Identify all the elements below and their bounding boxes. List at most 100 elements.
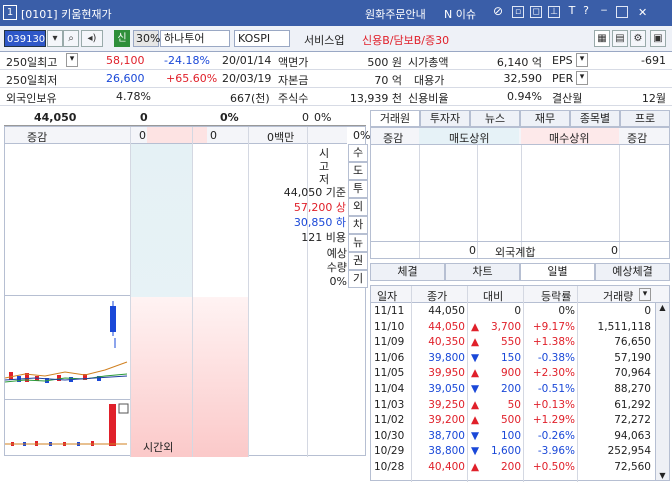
close-icon[interactable]: ✕	[638, 6, 647, 19]
window-icon[interactable]: ◻	[530, 6, 542, 18]
side-tab[interactable]: 수	[348, 144, 368, 162]
window-title: [0101] 키움현재가	[21, 8, 112, 21]
cell-date: 11/10	[374, 320, 405, 333]
tab-chart[interactable]: 차트	[445, 263, 520, 281]
side-tab[interactable]: 투	[348, 180, 368, 198]
link-icon[interactable]: ⊘	[492, 5, 504, 18]
broker-panel: 증감 매도상위 매수상위 증감 0 외국계합 0	[370, 127, 670, 259]
ohl-labels: 시 고 저	[317, 147, 331, 186]
info-row: 외국인보유 4.78% 667(천) 주식수 13,939 천 신용비율 0.9…	[0, 88, 672, 106]
tab-trades[interactable]: 체결	[370, 263, 445, 281]
right-tabs: 거래원 투자자 뉴스 재무 종목별 프로	[370, 110, 670, 127]
top-sellers-header: 매도상위	[449, 132, 490, 145]
col-volume: 거래량	[603, 290, 634, 303]
calendar-icon[interactable]: ▤	[612, 30, 628, 47]
grid-icon[interactable]: ▦	[594, 30, 610, 47]
cell-close: 39,800	[428, 351, 465, 364]
cell-volume: 61,292	[614, 398, 651, 411]
dropdown-icon[interactable]: ▾	[639, 288, 651, 301]
code-dropdown-icon[interactable]: ▾	[47, 30, 63, 47]
minimize-icon[interactable]: −	[598, 6, 610, 18]
info-value: 26,600	[106, 72, 145, 85]
table-row[interactable]: 11/03 39,250 ▲ 50 +0.13% 61,292	[371, 399, 669, 414]
stock-code-input[interactable]: 039130	[4, 30, 46, 47]
high-label: 고	[318, 160, 330, 173]
table-row[interactable]: 11/04 39,050 ▼ 200 -0.51% 88,270	[371, 383, 669, 398]
volume-bar	[109, 404, 116, 446]
table-row[interactable]: 10/29 38,800 ▼ 1,600 -3.96% 252,954	[371, 445, 669, 460]
cell-close: 44,050	[428, 305, 465, 317]
maximize-icon[interactable]	[616, 6, 628, 18]
cost-label: 비용	[325, 231, 346, 244]
change-pct: 0%	[220, 111, 239, 124]
tab-investor[interactable]: 투자자	[420, 110, 470, 127]
expected-block: 예상 수량 0%	[305, 247, 347, 289]
table-row[interactable]: 11/05 39,950 ▲ 900 +2.30% 70,964	[371, 367, 669, 382]
krw-order-guide-link[interactable]: 원화주문안내	[365, 6, 426, 22]
change-value: 0	[140, 111, 148, 124]
info-value: 12월	[641, 92, 666, 105]
side-tab[interactable]: 권	[348, 252, 368, 270]
cell-date: 11/05	[374, 367, 405, 380]
table-row[interactable]: 11/02 39,200 ▲ 500 +1.29% 72,272	[371, 414, 669, 429]
dropdown-icon[interactable]: ▾	[66, 53, 78, 67]
tab-daily[interactable]: 일별	[520, 263, 595, 281]
tab-news[interactable]: 뉴스	[470, 110, 520, 127]
foreign-total-label: 외국계합	[495, 246, 536, 259]
expected-qty-label: 수량	[326, 261, 347, 274]
open-label: 시	[318, 147, 330, 160]
sell-change-header: 증감	[383, 132, 404, 145]
speaker-icon[interactable]: ◂)	[81, 30, 103, 47]
table-row[interactable]: 11/10 44,050 ▲ 3,700 +9.17% 1,511,118	[371, 321, 669, 336]
amount-mil: 0백만	[267, 131, 295, 144]
issue-link[interactable]: N 이슈	[444, 6, 476, 22]
cell-sign: ▼	[471, 383, 480, 395]
side-tab[interactable]: 차	[348, 216, 368, 234]
help-icon[interactable]: T	[566, 5, 578, 18]
cell-volume: 72,272	[614, 414, 651, 427]
lock-icon[interactable]: ▣	[650, 30, 666, 47]
broker-header: 증감 매도상위 매수상위 증감	[371, 128, 669, 145]
tab-broker[interactable]: 거래원	[370, 110, 420, 127]
info-value: 13,939 천	[349, 92, 402, 105]
info-label: 신용비율	[408, 92, 449, 105]
tab-program[interactable]: 프로	[620, 110, 670, 127]
settings-icon[interactable]: ⚙	[630, 30, 646, 47]
layout-icon[interactable]: ▫	[512, 6, 524, 18]
table-row[interactable]: 10/28 40,400 ▲ 200 +0.50% 72,560	[371, 461, 669, 476]
cell-volume: 57,190	[614, 351, 651, 364]
order-book-header: 증감 0 0 0백만 0%	[5, 127, 370, 144]
side-tab[interactable]: 뉴	[348, 234, 368, 252]
question-icon[interactable]: ?	[580, 5, 592, 18]
foreign-buy: 0	[611, 244, 618, 257]
cell-rate: -0.38%	[537, 351, 575, 364]
table-row[interactable]: 10/30 38,700 ▼ 100 -0.26% 94,063	[371, 430, 669, 445]
dropdown-icon[interactable]: ▾	[576, 53, 588, 67]
tab-finance[interactable]: 재무	[520, 110, 570, 127]
side-tab[interactable]: 기	[348, 270, 368, 288]
close-chart-icon[interactable]	[118, 403, 129, 414]
table-row[interactable]: 11/06 39,800 ▼ 150 -0.38% 57,190	[371, 352, 669, 367]
table-row[interactable]: 11/09 40,350 ▲ 550 +1.38% 76,650	[371, 336, 669, 351]
side-tab[interactable]: 외	[348, 198, 368, 216]
tab-by-stock[interactable]: 종목별	[570, 110, 620, 127]
search-icon[interactable]: ⌕	[63, 30, 79, 47]
pin-icon[interactable]: ⊥	[548, 6, 560, 18]
lower-limit: 30,850	[293, 216, 333, 229]
side-tab[interactable]: 도	[348, 162, 368, 180]
market-label: KOSPI	[234, 30, 290, 47]
info-pct: +65.60%	[166, 72, 218, 85]
info-date: 667(천)	[230, 92, 270, 105]
info-label: 250일최고	[6, 56, 58, 69]
after-hours-label[interactable]: 시간외	[143, 439, 173, 455]
info-date: 20/03/19	[222, 72, 272, 85]
dropdown-icon[interactable]: ▾	[576, 71, 588, 85]
cell-volume: 1,511,118	[597, 320, 651, 333]
cell-date: 10/30	[374, 429, 405, 442]
info-value: 4.78%	[116, 90, 151, 103]
cell-date: 11/06	[374, 351, 405, 364]
info-date: 20/01/14	[222, 54, 272, 67]
stock-name: 하나투어	[160, 30, 230, 47]
tab-expected[interactable]: 예상체결	[595, 263, 670, 281]
table-row[interactable]: 11/11 44,050 0 0% 0	[371, 305, 669, 320]
